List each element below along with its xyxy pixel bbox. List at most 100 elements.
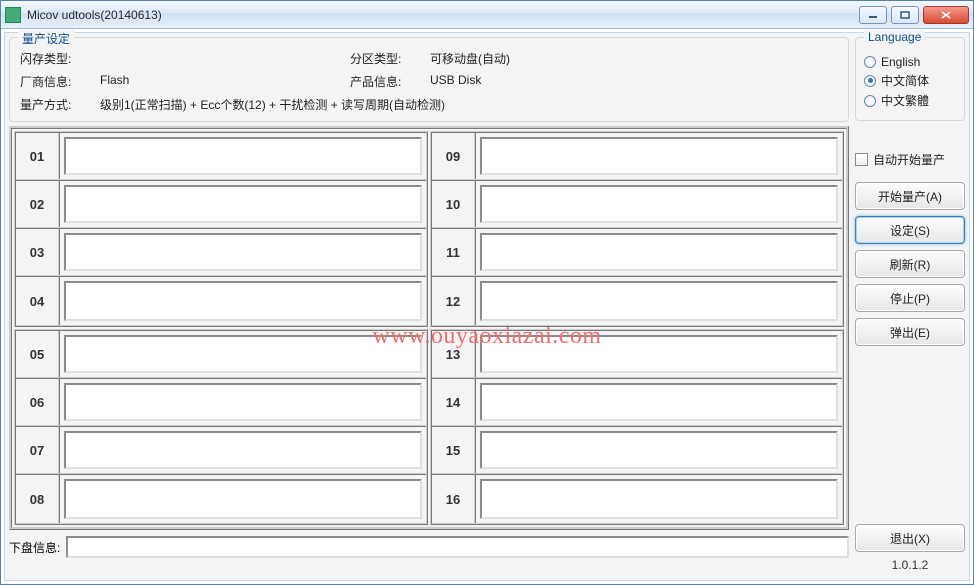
settings-button[interactable]: 设定(S)	[855, 216, 965, 244]
slot-number: 15	[432, 427, 476, 473]
radio-icon	[864, 95, 876, 107]
slot-11[interactable]: 11	[432, 229, 842, 277]
slot-01[interactable]: 01	[16, 133, 426, 181]
product-label: 产品信息:	[350, 73, 430, 90]
slot-body	[64, 335, 422, 373]
stop-button[interactable]: 停止(P)	[855, 284, 965, 312]
slot-number: 10	[432, 181, 476, 227]
left-column: 量产设定 闪存类型: 分区类型: 可移动盘(自动) 厂商信息: Flash 产品…	[9, 37, 849, 576]
vendor-label: 厂商信息:	[20, 73, 100, 90]
radio-icon	[864, 56, 876, 68]
slot-12[interactable]: 12	[432, 277, 842, 325]
slot-13[interactable]: 13	[432, 331, 842, 379]
slot-03[interactable]: 03	[16, 229, 426, 277]
slot-16[interactable]: 16	[432, 475, 842, 523]
slot-07[interactable]: 07	[16, 427, 426, 475]
lang-option-label: 中文繁體	[881, 92, 929, 109]
lang-option-traditional[interactable]: 中文繁體	[864, 92, 956, 109]
slots-col-3: 09 10 11 12	[430, 131, 844, 327]
maximize-button[interactable]	[891, 6, 919, 24]
refresh-button[interactable]: 刷新(R)	[855, 250, 965, 278]
slot-04[interactable]: 04	[16, 277, 426, 325]
slots-grid: 01 02 03 04 09 10 11 12 05 06	[9, 126, 849, 530]
slot-body	[64, 383, 422, 421]
slot-number: 14	[432, 379, 476, 425]
flash-type-value	[100, 50, 350, 67]
partition-type-value: 可移动盘(自动)	[430, 50, 510, 67]
slot-10[interactable]: 10	[432, 181, 842, 229]
slots-col-4: 13 14 15 16	[430, 329, 844, 525]
app-icon	[5, 7, 21, 23]
language-group: Language English 中文简体 中文繁體	[855, 37, 965, 121]
window-controls	[859, 6, 969, 24]
minimize-button[interactable]	[859, 6, 887, 24]
slot-08[interactable]: 08	[16, 475, 426, 523]
right-column: Language English 中文简体 中文繁體 自动开始量产 开始量	[855, 37, 965, 576]
exit-button[interactable]: 退出(X)	[855, 524, 965, 552]
mode-value: 级别1(正常扫描) + Ecc个数(12) + 干扰检测 + 读写周期(自动检测…	[100, 96, 445, 113]
titlebar[interactable]: Micov udtools(20140613)	[1, 1, 973, 29]
slot-body	[64, 233, 422, 271]
lang-option-label: English	[881, 55, 920, 69]
slot-05[interactable]: 05	[16, 331, 426, 379]
slot-09[interactable]: 09	[432, 133, 842, 181]
flash-type-label: 闪存类型:	[20, 50, 100, 67]
slot-body	[480, 233, 838, 271]
client-area: 量产设定 闪存类型: 分区类型: 可移动盘(自动) 厂商信息: Flash 产品…	[4, 32, 970, 581]
slot-number: 07	[16, 427, 60, 473]
slot-number: 16	[432, 475, 476, 523]
eject-button[interactable]: 弹出(E)	[855, 318, 965, 346]
version-label: 1.0.1.2	[855, 558, 965, 576]
slot-body	[480, 281, 838, 321]
slot-14[interactable]: 14	[432, 379, 842, 427]
mode-label: 量产方式:	[20, 96, 100, 113]
slot-body	[64, 137, 422, 175]
slot-body	[64, 479, 422, 519]
bottom-info-label: 下盘信息:	[9, 539, 60, 556]
product-value: USB Disk	[430, 73, 481, 90]
slot-06[interactable]: 06	[16, 379, 426, 427]
slots-col-2: 05 06 07 08	[14, 329, 428, 525]
radio-icon	[864, 75, 876, 87]
slot-body	[64, 185, 422, 223]
slot-body	[480, 185, 838, 223]
lang-option-simplified[interactable]: 中文简体	[864, 72, 956, 89]
slot-number: 04	[16, 277, 60, 325]
slot-number: 12	[432, 277, 476, 325]
slots-col-1: 01 02 03 04	[14, 131, 428, 327]
settings-legend: 量产设定	[18, 30, 74, 47]
slot-number: 13	[432, 331, 476, 377]
lang-option-label: 中文简体	[881, 72, 929, 89]
vendor-value: Flash	[100, 73, 350, 90]
production-settings-group: 量产设定 闪存类型: 分区类型: 可移动盘(自动) 厂商信息: Flash 产品…	[9, 37, 849, 122]
slot-body	[480, 431, 838, 469]
slot-15[interactable]: 15	[432, 427, 842, 475]
lang-option-english[interactable]: English	[864, 55, 956, 69]
close-button[interactable]	[923, 6, 969, 24]
bottom-info-well	[66, 536, 849, 558]
slot-body	[64, 281, 422, 321]
slot-number: 03	[16, 229, 60, 275]
language-legend: Language	[864, 30, 925, 44]
slot-number: 02	[16, 181, 60, 227]
slot-body	[480, 479, 838, 519]
start-button[interactable]: 开始量产(A)	[855, 182, 965, 210]
slot-number: 06	[16, 379, 60, 425]
slot-body	[480, 137, 838, 175]
auto-start-checkbox[interactable]: 自动开始量产	[855, 151, 965, 168]
slot-02[interactable]: 02	[16, 181, 426, 229]
slot-number: 01	[16, 133, 60, 179]
auto-start-label: 自动开始量产	[873, 151, 945, 168]
bottom-info-row: 下盘信息:	[9, 536, 849, 558]
slot-number: 11	[432, 229, 476, 275]
slot-number: 05	[16, 331, 60, 377]
window-title: Micov udtools(20140613)	[27, 8, 859, 22]
slot-body	[480, 335, 838, 373]
slot-number: 08	[16, 475, 60, 523]
checkbox-icon	[855, 153, 868, 166]
app-window: Micov udtools(20140613) 量产设定 闪存类型: 分	[0, 0, 974, 585]
slot-number: 09	[432, 133, 476, 179]
slot-body	[480, 383, 838, 421]
partition-type-label: 分区类型:	[350, 50, 430, 67]
slot-body	[64, 431, 422, 469]
